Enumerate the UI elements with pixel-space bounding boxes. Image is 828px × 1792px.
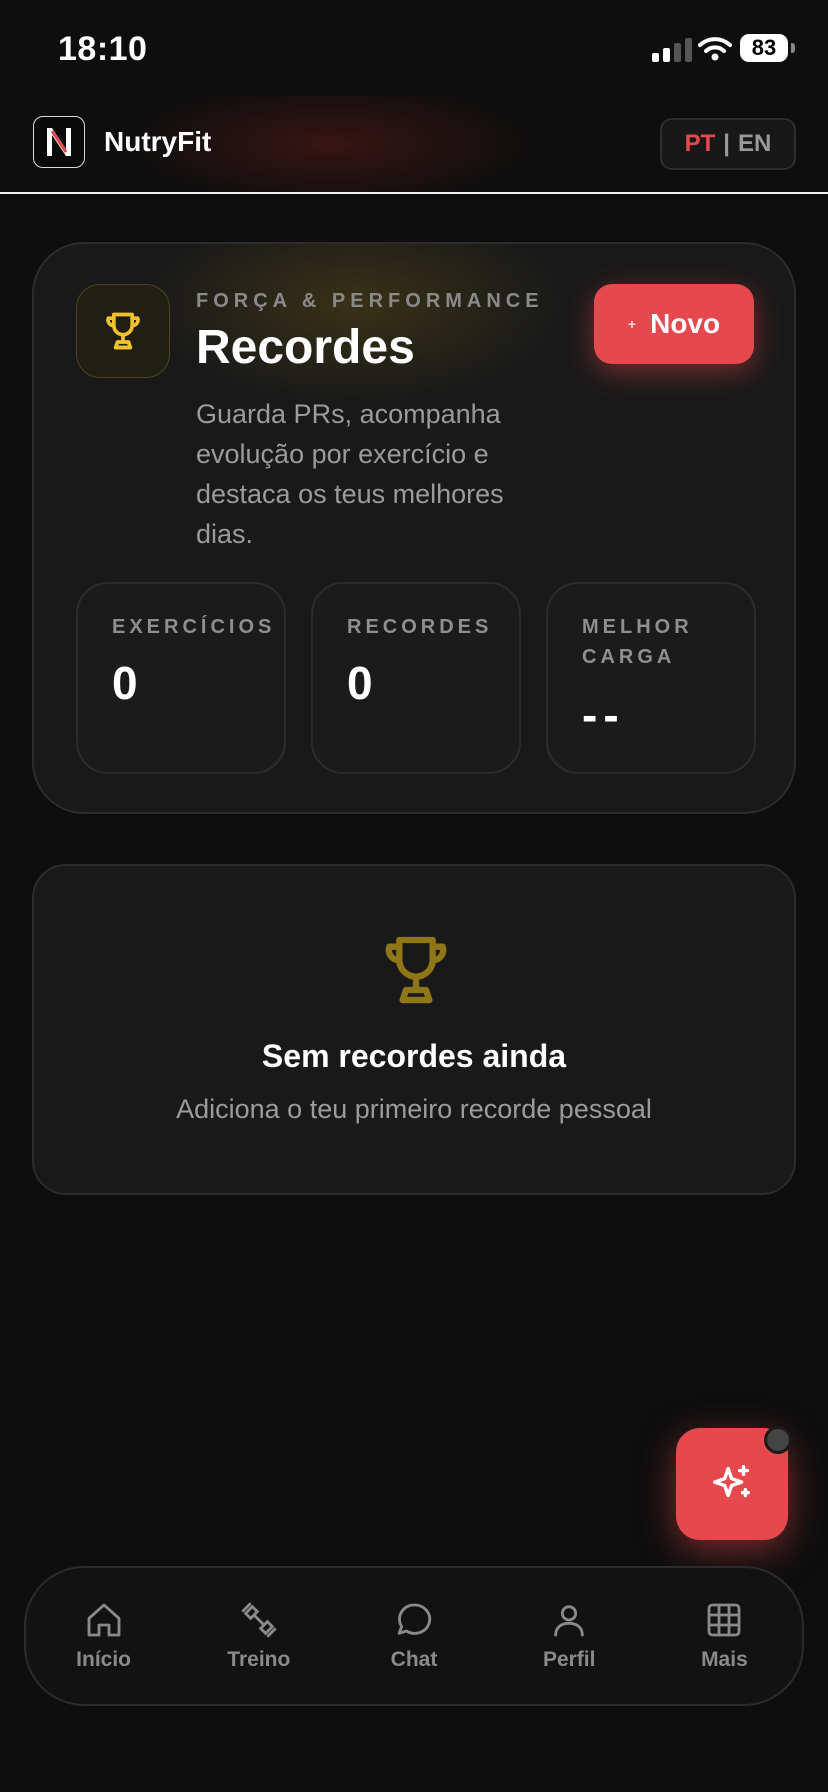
chat-icon xyxy=(397,1603,432,1635)
logo-icon xyxy=(47,128,71,156)
empty-state-card: Sem recordes ainda Adiciona o teu primei… xyxy=(32,864,796,1195)
app-logo[interactable] xyxy=(33,116,85,168)
nav-item-perfil[interactable]: Perfil xyxy=(492,1568,647,1704)
stat-value: 0 xyxy=(347,657,373,709)
status-bar: 18:10 83 xyxy=(0,0,828,96)
home-icon xyxy=(87,1603,121,1637)
stat-label: EXERCÍCIOS xyxy=(112,616,276,638)
stat-label: RECORDES xyxy=(347,616,493,638)
notification-dot xyxy=(764,1426,792,1454)
lang-separator: | xyxy=(723,130,731,157)
empty-state-title: Sem recordes ainda xyxy=(261,1038,567,1074)
signal-icon xyxy=(652,38,692,62)
stat-value: 0 xyxy=(112,657,138,709)
header-divider xyxy=(0,192,828,194)
stat-value: -- xyxy=(582,689,625,741)
app-name: NutryFit xyxy=(104,126,212,157)
trophy-icon xyxy=(106,312,140,350)
hero-eyebrow: FORÇA & PERFORMANCE xyxy=(196,290,544,312)
nav-label: Início xyxy=(76,1648,132,1671)
trophy-badge xyxy=(76,284,170,378)
dumbbell-icon xyxy=(241,1602,277,1638)
new-record-button[interactable]: + Novo xyxy=(594,284,754,364)
app-header: NutryFit PT | EN xyxy=(0,96,828,193)
empty-state-subtitle: Adiciona o teu primeiro recorde pessoal xyxy=(176,1094,652,1124)
stat-card-exercises: EXERCÍCIOS 0 xyxy=(76,582,286,774)
nav-item-mais[interactable]: Mais xyxy=(647,1568,802,1704)
battery-percent: 83 xyxy=(751,35,777,60)
language-switch[interactable]: PT | EN xyxy=(660,118,796,170)
bottom-nav: Início Treino Chat Perfil Mais xyxy=(24,1566,804,1706)
lang-option-pt[interactable]: PT xyxy=(685,130,716,158)
page-title: Recordes xyxy=(196,321,415,374)
battery-icon: 83 xyxy=(740,34,788,62)
new-record-label: Novo xyxy=(650,308,721,339)
nav-item-treino[interactable]: Treino xyxy=(181,1568,336,1704)
sparkle-icon xyxy=(713,1465,751,1498)
grid-icon xyxy=(707,1603,741,1637)
nav-label: Chat xyxy=(390,1648,438,1671)
stat-label: MELHOR CARGA xyxy=(582,616,693,668)
status-time: 18:10 xyxy=(58,30,148,68)
lang-option-en[interactable]: EN xyxy=(738,130,771,158)
records-hero-card: FORÇA & PERFORMANCE Recordes Guarda PRs,… xyxy=(32,242,796,814)
plus-icon: + xyxy=(627,316,637,332)
nav-label: Mais xyxy=(701,1648,748,1671)
battery-tip xyxy=(791,43,795,53)
trophy-icon xyxy=(385,936,447,1004)
nav-label: Treino xyxy=(227,1648,291,1671)
stat-card-records: RECORDES 0 xyxy=(311,582,521,774)
wifi-icon xyxy=(698,37,732,61)
nav-label: Perfil xyxy=(542,1648,596,1671)
stat-card-best-load: MELHOR CARGA -- xyxy=(546,582,756,774)
nav-item-inicio[interactable]: Início xyxy=(26,1568,181,1704)
nav-item-chat[interactable]: Chat xyxy=(336,1568,491,1704)
user-icon xyxy=(554,1605,584,1637)
hero-description: Guarda PRs, acompanha evolução por exerc… xyxy=(196,399,504,549)
